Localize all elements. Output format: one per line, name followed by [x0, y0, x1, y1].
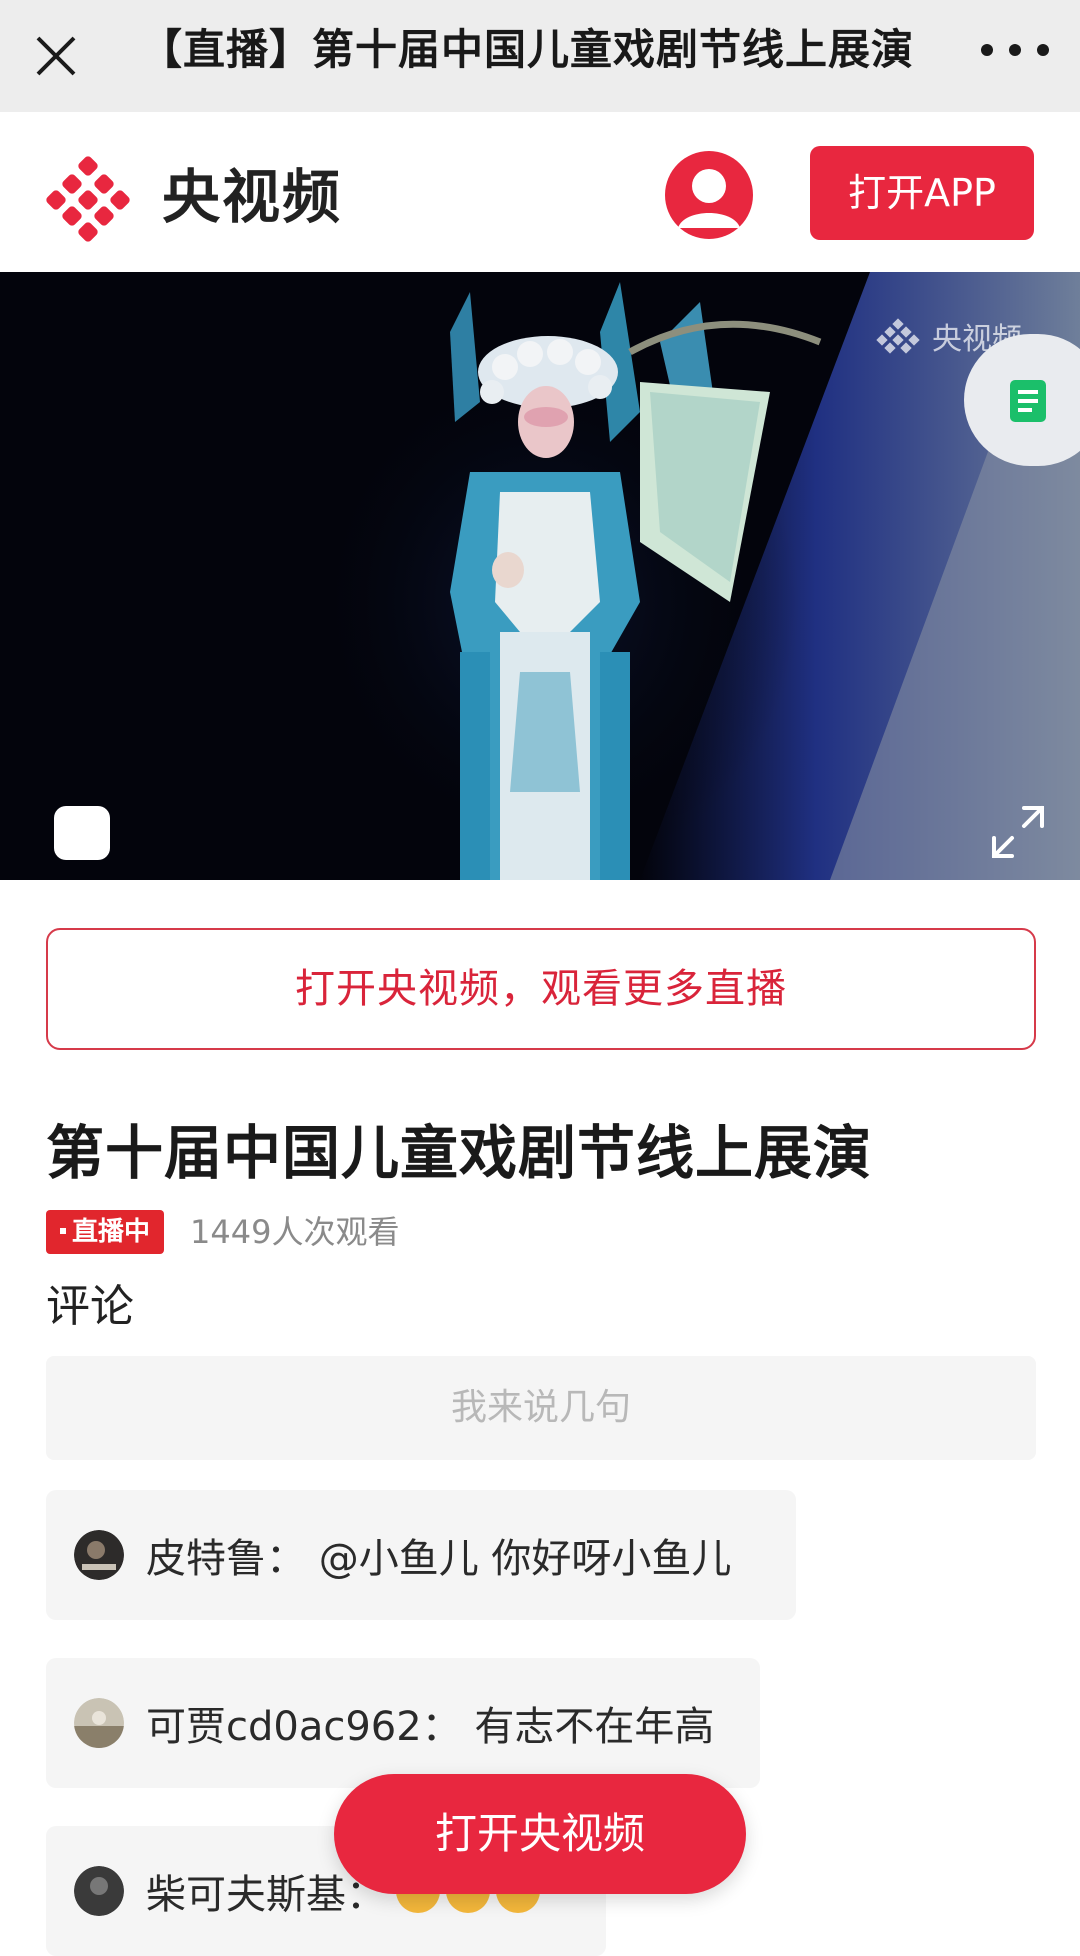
brand-name: 央视频: [162, 163, 343, 231]
commenter-avatar[interactable]: [74, 1866, 124, 1916]
comment-text: 可贾cd0ac962： 有志不在年高: [146, 1704, 715, 1750]
comment-text: 皮特鲁： @小鱼儿 你好呀小鱼儿: [146, 1536, 732, 1582]
view-count: 1449人次观看: [190, 1213, 400, 1251]
program-title: 第十届中国儿童戏剧节线上展演: [46, 1119, 873, 1187]
watermark-logo-icon: [876, 318, 920, 354]
comments-heading: 评论: [46, 1281, 134, 1332]
cctv-video-logo-icon: [46, 156, 130, 242]
play-pause-button[interactable]: [54, 806, 110, 860]
video-player[interactable]: 央视频: [0, 272, 1080, 880]
open-app-button[interactable]: 打开APP: [810, 146, 1034, 240]
comment-item: 可贾cd0ac962： 有志不在年高: [46, 1658, 760, 1788]
live-status-badge: 直播中: [46, 1210, 165, 1254]
document-icon: [1010, 380, 1046, 422]
commenter-avatar[interactable]: [74, 1530, 124, 1580]
close-icon[interactable]: [28, 28, 84, 84]
comment-item: 皮特鲁： @小鱼儿 你好呀小鱼儿: [46, 1490, 796, 1620]
live-badge-label: 直播中: [72, 1217, 151, 1247]
video-frame-opera-performer: [0, 272, 1080, 880]
more-options-icon[interactable]: [975, 28, 1055, 72]
top-bar: 【直播】第十届中国儿童戏剧节线上展演: [0, 0, 1080, 112]
brand-header: 央视频 打开APP: [0, 112, 1080, 272]
user-avatar-icon[interactable]: [664, 150, 754, 240]
commenter-avatar[interactable]: [74, 1698, 124, 1748]
floating-open-app-button[interactable]: 打开央视频: [334, 1774, 746, 1894]
comment-input[interactable]: 我来说几句: [46, 1356, 1036, 1460]
live-dot-icon: [60, 1227, 66, 1234]
page-title: 【直播】第十届中国儿童戏剧节线上展演: [140, 25, 915, 74]
fullscreen-icon[interactable]: [990, 804, 1046, 860]
open-more-live-button[interactable]: 打开央视频，观看更多直播: [46, 928, 1036, 1050]
